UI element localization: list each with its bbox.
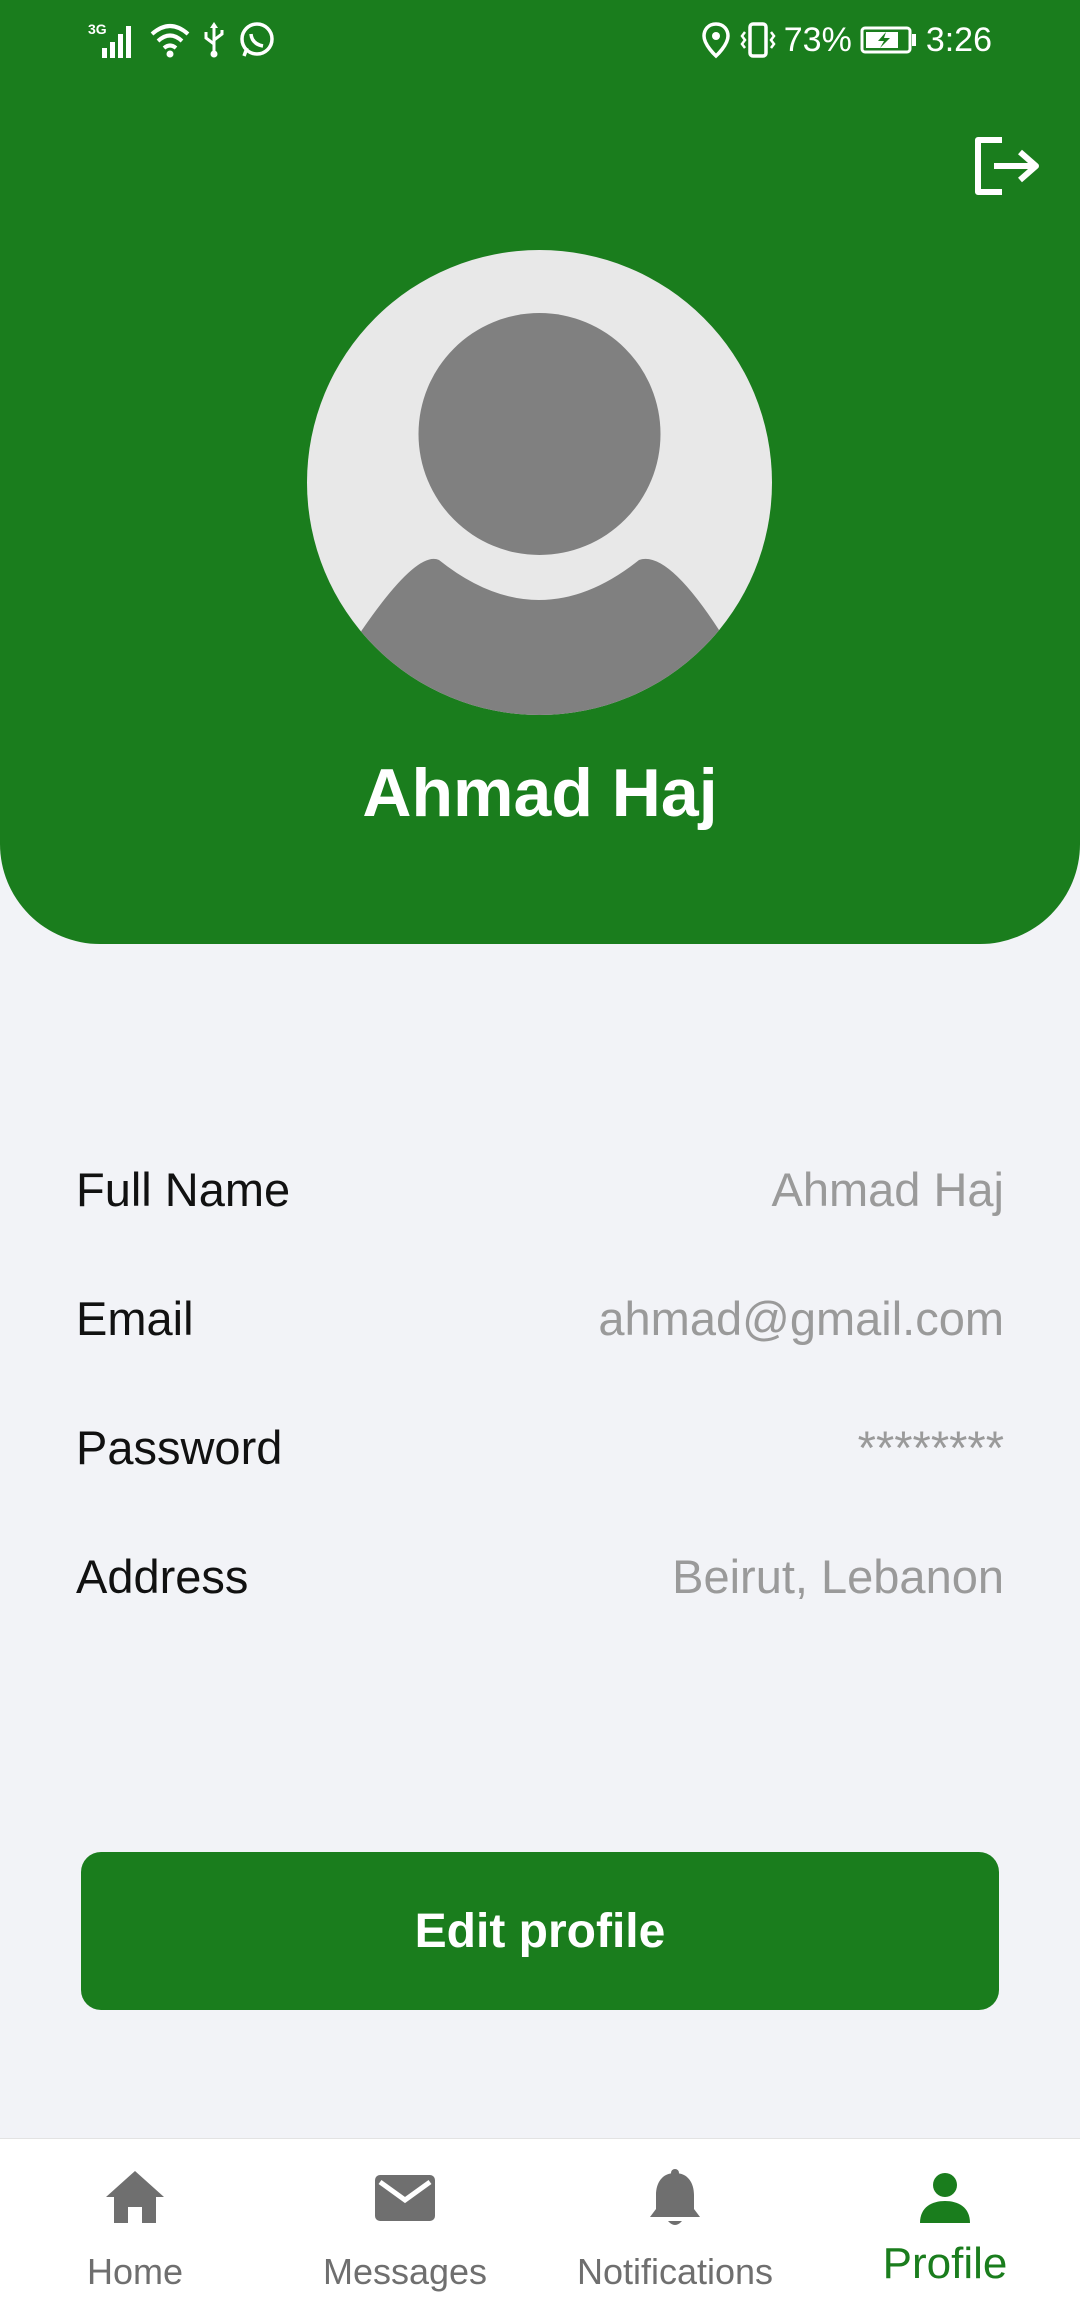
status-bar-right: 73% 3:26 [700, 18, 992, 62]
wifi-icon [150, 20, 190, 60]
nav-item-profile[interactable]: Profile [810, 2139, 1080, 2313]
nav-label: Profile [882, 2239, 1008, 2288]
edit-profile-button[interactable]: Edit profile [81, 1852, 999, 2010]
info-label: Email [76, 1292, 194, 1345]
info-value: ahmad@gmail.com [598, 1292, 1004, 1345]
nav-item-notifications[interactable]: Notifications [540, 2139, 810, 2313]
vibrate-icon [740, 20, 776, 60]
person-placeholder-icon [307, 313, 772, 715]
info-value: Beirut, Lebanon [672, 1550, 1004, 1603]
home-icon [106, 2171, 164, 2223]
svg-text:3G: 3G [88, 21, 107, 37]
nav-item-home[interactable]: Home [0, 2139, 270, 2313]
status-time: 3:26 [925, 21, 992, 59]
mail-icon [375, 2175, 435, 2221]
profile-header: 3G 73% 3:26 Ahmad Haj [0, 0, 1080, 944]
nav-label: Notifications [576, 2251, 774, 2292]
info-value: Ahmad Haj [771, 1163, 1005, 1216]
info-row-password: Password ******** [76, 1413, 1004, 1483]
logout-button[interactable] [972, 134, 1044, 198]
info-row-email: Email ahmad@gmail.com [76, 1284, 1004, 1354]
avatar[interactable] [307, 250, 772, 715]
info-label: Address [76, 1550, 249, 1603]
nav-label: Messages [322, 2251, 488, 2292]
status-bar-left: 3G [88, 18, 276, 62]
whatsapp-icon [238, 20, 276, 60]
status-bar: 3G 73% 3:26 [0, 0, 1080, 80]
battery-percent: 73% [783, 21, 852, 59]
info-row-address: Address Beirut, Lebanon [76, 1542, 1004, 1612]
person-icon [920, 2173, 970, 2223]
logout-icon [975, 137, 1039, 195]
info-label: Password [76, 1421, 283, 1474]
location-icon [700, 20, 732, 60]
battery-charging-icon [860, 20, 918, 60]
cellular-signal-icon: 3G [88, 20, 140, 60]
usb-icon [200, 20, 228, 60]
info-row-full-name: Full Name Ahmad Haj [76, 1155, 1004, 1225]
nav-item-messages[interactable]: Messages [270, 2139, 540, 2313]
nav-label: Home [86, 2251, 184, 2292]
bell-icon [650, 2169, 700, 2225]
profile-name: Ahmad Haj [362, 755, 718, 831]
info-value: ******** [857, 1421, 1004, 1474]
bottom-navigation: Home Messages Notifications Profile [0, 2138, 1080, 2313]
info-label: Full Name [76, 1163, 291, 1216]
